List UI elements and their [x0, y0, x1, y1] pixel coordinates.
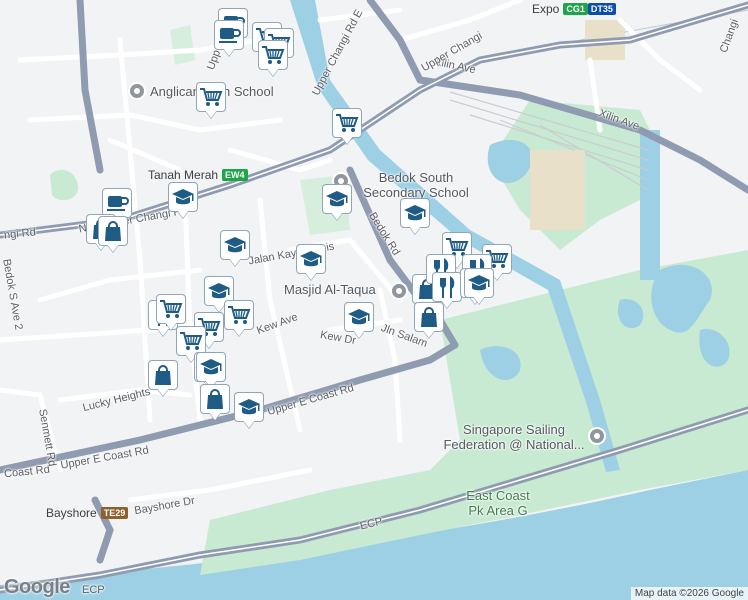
station-expo[interactable]: Expo CG1 DT35 — [532, 2, 616, 16]
school-icon — [296, 244, 326, 274]
shopping-icon — [148, 360, 178, 390]
marker-pointer — [209, 412, 221, 420]
marker-pointer — [107, 244, 119, 252]
school-marker[interactable] — [296, 244, 326, 284]
marker-pointer — [353, 330, 365, 338]
shopping-icon — [200, 384, 230, 414]
marker-pointer — [267, 68, 279, 76]
marker-pointer — [409, 226, 421, 234]
grocery-icon — [224, 300, 254, 330]
marker-pointer — [305, 272, 317, 280]
cafe-marker[interactable] — [214, 20, 244, 60]
map-attribution[interactable]: Map data ©2026 Google — [630, 587, 748, 600]
marker-pointer — [473, 296, 485, 304]
grocery-icon — [332, 108, 362, 138]
school-icon — [322, 184, 352, 214]
shopping-marker[interactable] — [98, 216, 128, 256]
school-pin-icon[interactable] — [128, 82, 146, 100]
grocery-icon — [258, 40, 288, 70]
marker-pointer — [341, 136, 353, 144]
marker-pointer — [243, 420, 255, 428]
marker-pointer — [223, 48, 235, 56]
marker-pointer — [233, 328, 245, 336]
station-code-chip: CG1 — [563, 3, 588, 15]
school-icon — [400, 198, 430, 228]
marker-pointer — [205, 110, 217, 118]
grocery-marker[interactable] — [332, 108, 362, 148]
restaurant-icon — [432, 272, 462, 302]
school-marker[interactable] — [234, 392, 264, 432]
cafe-icon — [214, 20, 244, 50]
grocery-icon — [156, 294, 186, 324]
marker-pointer — [229, 258, 241, 266]
shopping-icon — [414, 302, 444, 332]
shopping-marker[interactable] — [148, 360, 178, 400]
school-marker[interactable] — [344, 302, 374, 342]
google-logo: Google — [4, 576, 70, 598]
school-icon — [196, 352, 226, 382]
station-code-chip: DT35 — [587, 3, 616, 15]
marker-pointer — [331, 212, 343, 220]
place-label-mosque[interactable]: Masjid Al-Taqua — [284, 282, 376, 297]
school-icon — [234, 392, 264, 422]
station-code-chip: TE29 — [100, 507, 129, 519]
school-marker[interactable] — [400, 198, 430, 238]
station-name: Bayshore — [46, 506, 97, 520]
marker-pointer — [177, 210, 189, 218]
school-icon — [464, 268, 494, 298]
shopping-marker[interactable] — [200, 384, 230, 424]
school-icon — [168, 182, 198, 212]
marker-pointer — [157, 388, 169, 396]
grocery-marker[interactable] — [224, 300, 254, 340]
grocery-marker[interactable] — [258, 40, 288, 80]
shopping-marker[interactable] — [414, 302, 444, 342]
place-label-sailing[interactable]: Singapore Sailing Federation @ National.… — [438, 422, 590, 452]
station-name: Tanah Merah — [148, 168, 219, 182]
station-name: Expo — [532, 2, 560, 16]
place-label-bedok-south[interactable]: Bedok South Secondary School — [356, 170, 476, 200]
mosque-pin-icon[interactable] — [390, 282, 408, 300]
shopping-icon — [98, 216, 128, 246]
station-code-chip: EW4 — [222, 169, 248, 181]
school-marker[interactable] — [220, 230, 250, 270]
school-icon — [344, 302, 374, 332]
map-canvas[interactable]: Upper Changi Rd E Xilin Ave Xilin Ave Ch… — [0, 0, 748, 600]
school-marker[interactable] — [464, 268, 494, 308]
school-marker[interactable] — [168, 182, 198, 222]
grocery-icon — [196, 82, 226, 112]
place-label-park[interactable]: East Coast Pk Area G — [458, 488, 538, 518]
school-marker[interactable] — [322, 184, 352, 224]
school-icon — [220, 230, 250, 260]
station-tanah-merah[interactable]: Tanah Merah EW4 — [148, 168, 248, 182]
sailing-pin-icon[interactable] — [588, 427, 606, 445]
road-label: ECP — [82, 584, 105, 596]
marker-pointer — [423, 330, 435, 338]
grocery-marker[interactable] — [196, 82, 226, 122]
station-bayshore[interactable]: Bayshore TE29 — [46, 506, 129, 520]
